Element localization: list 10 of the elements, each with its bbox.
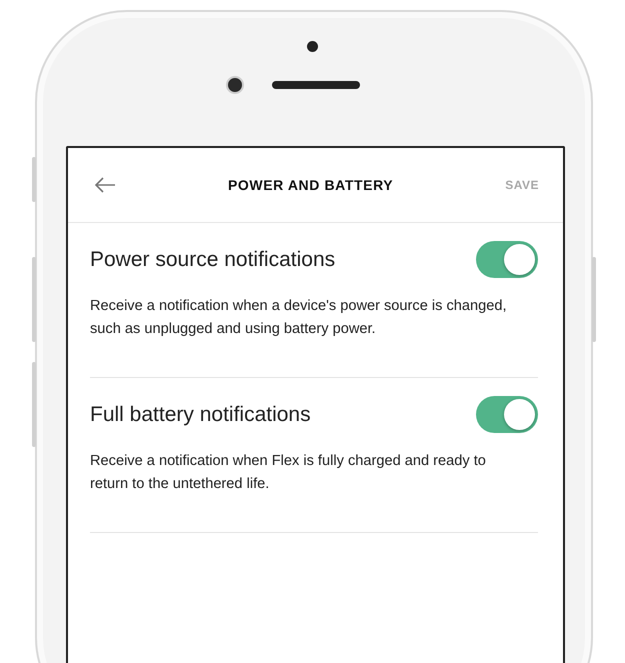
camera-icon [226, 76, 244, 94]
setting-description: Receive a notification when Flex is fully charged and ready to return to the untethered life. [90, 452, 487, 494]
screen-title: POWER AND BATTERY [226, 177, 394, 193]
setting-description: Receive a notification when a device's power source is changed, such as unplugged and using battery power. [90, 297, 508, 339]
setting-title: Power source notifications [90, 248, 336, 272]
sensor-dot [306, 41, 318, 52]
toggle-switch[interactable] [476, 241, 538, 278]
setting-title: Full battery notifications [90, 402, 311, 426]
toggle-switch[interactable] [476, 396, 538, 433]
back-arrow-icon[interactable] [94, 177, 116, 193]
